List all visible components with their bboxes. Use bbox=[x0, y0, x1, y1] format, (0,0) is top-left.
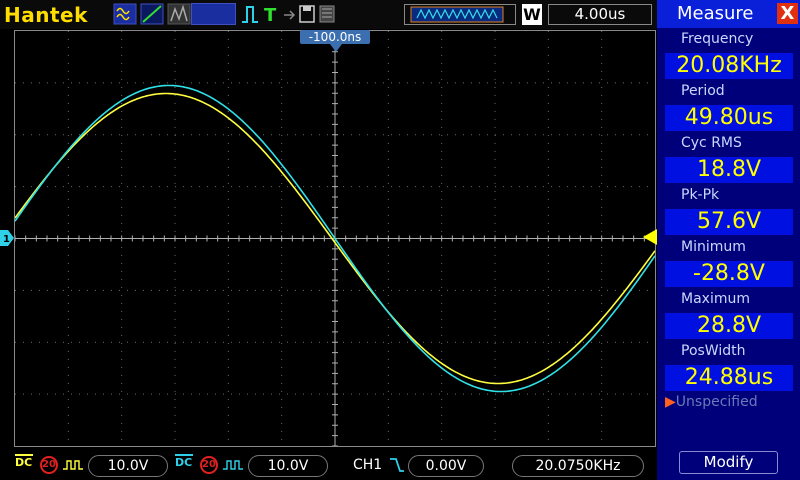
ch2-waveform-icon bbox=[223, 460, 243, 470]
unspecified-label: Unspecified bbox=[675, 394, 758, 410]
memory-waveform-indicator[interactable] bbox=[404, 4, 516, 25]
pulse-icon bbox=[242, 6, 258, 23]
unspecified-slot[interactable]: ▶Unspecified bbox=[665, 394, 758, 410]
measure-panel: Measure X Frequency 20.08KHz Period 49.8… bbox=[657, 0, 800, 480]
graticule bbox=[15, 31, 655, 446]
poswidth-value[interactable]: 24.88us bbox=[665, 365, 793, 391]
frequency-label: Frequency bbox=[681, 31, 754, 47]
ch2-coupling-icon[interactable]: DC bbox=[175, 454, 193, 468]
maximum-label: Maximum bbox=[681, 291, 750, 307]
ch1-bandwidth-limit-icon[interactable]: 20 bbox=[40, 456, 58, 474]
frequency-counter-readout: 20.0750KHz bbox=[512, 455, 644, 477]
ch2-scale-readout[interactable]: 10.0V bbox=[248, 455, 328, 477]
minimum-label: Minimum bbox=[681, 239, 746, 255]
pk-pk-label: Pk-Pk bbox=[681, 187, 720, 203]
minimum-value[interactable]: -28.8V bbox=[665, 261, 793, 287]
pk-pk-value[interactable]: 57.6V bbox=[665, 209, 793, 235]
trigger-level-marker[interactable] bbox=[643, 229, 657, 245]
ch1-coupling-icon[interactable]: DC bbox=[15, 454, 33, 468]
ch1-ground-marker[interactable]: 1 bbox=[0, 230, 14, 246]
svg-text:T: T bbox=[264, 5, 277, 25]
rising-edge-icon[interactable] bbox=[389, 455, 405, 475]
brand-logo: Hantek bbox=[4, 3, 88, 27]
measure-panel-header: Measure X bbox=[657, 0, 800, 28]
acquire-mode-badge: W bbox=[522, 4, 542, 25]
frequency-value[interactable]: 20.08KHz bbox=[665, 53, 793, 79]
ch1-scale-readout[interactable]: 10.0V bbox=[88, 455, 168, 477]
close-button[interactable]: X bbox=[777, 3, 798, 24]
ch2-bandwidth-limit-icon[interactable]: 20 bbox=[200, 456, 218, 474]
period-value[interactable]: 49.80us bbox=[665, 105, 793, 131]
modify-button[interactable]: Modify bbox=[679, 451, 778, 474]
trigger-tools-icons[interactable]: T bbox=[240, 3, 360, 25]
triangle-right-icon: ▶ bbox=[665, 394, 676, 410]
trigger-source-label[interactable]: CH1 bbox=[353, 457, 382, 473]
display-mode-icons[interactable] bbox=[113, 3, 195, 25]
cyc-rms-label: Cyc RMS bbox=[681, 135, 742, 151]
svg-text:1: 1 bbox=[3, 234, 10, 245]
measure-panel-title: Measure bbox=[677, 3, 754, 24]
trigger-position-marker bbox=[330, 44, 342, 52]
cyc-rms-value[interactable]: 18.8V bbox=[665, 157, 793, 183]
waveform-display[interactable] bbox=[14, 30, 656, 447]
trigger-level-readout[interactable]: 0.00V bbox=[408, 455, 484, 477]
poswidth-label: PosWidth bbox=[681, 343, 746, 359]
display-slot[interactable] bbox=[191, 3, 236, 25]
maximum-value[interactable]: 28.8V bbox=[665, 313, 793, 339]
ch1-waveform-icon bbox=[63, 460, 83, 470]
top-toolbar: Hantek T W 4.00us bbox=[0, 0, 657, 29]
period-label: Period bbox=[681, 83, 725, 99]
timebase-readout[interactable]: 4.00us bbox=[548, 4, 652, 25]
trigger-position-label: -100.0ns bbox=[300, 30, 370, 44]
